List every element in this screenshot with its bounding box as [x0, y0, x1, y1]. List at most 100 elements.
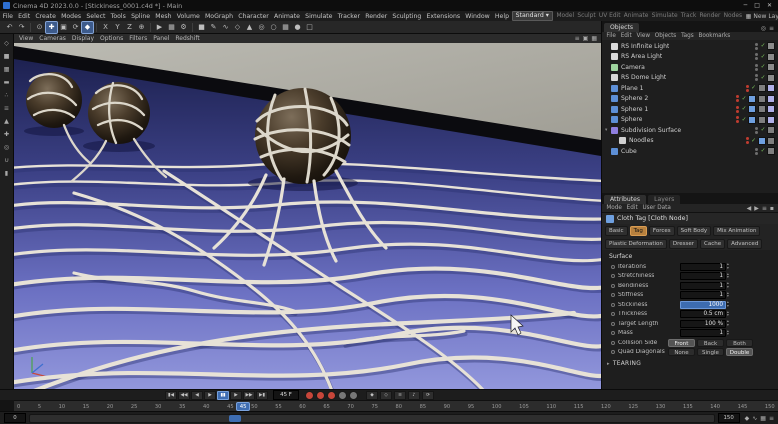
key-icon[interactable]: ◆: [745, 415, 750, 422]
visibility-dot[interactable]: [745, 141, 749, 145]
layout-tab-model[interactable]: Model: [555, 13, 576, 19]
viewport-menu-options[interactable]: Options: [97, 35, 126, 42]
group-tab-cache[interactable]: Cache: [700, 239, 726, 249]
group-tab-tag[interactable]: Tag: [629, 226, 647, 236]
visibility-dot[interactable]: [736, 99, 740, 103]
tearing-section-header[interactable]: ▸ TEARING: [602, 361, 778, 367]
tag-icon[interactable]: [767, 147, 775, 156]
objects-menu-view[interactable]: View: [634, 33, 652, 39]
layout-tab-uv-edit[interactable]: UV Edit: [597, 13, 622, 19]
tab-layers[interactable]: Layers: [648, 195, 681, 204]
tag-icon[interactable]: [757, 136, 766, 145]
enabled-check-icon[interactable]: ✓: [761, 75, 766, 81]
enabled-check-icon[interactable]: ✓: [742, 106, 747, 112]
ruler-tick[interactable]: 145: [738, 404, 748, 410]
redo-icon[interactable]: ↷: [16, 22, 27, 33]
range-start-field[interactable]: 0: [4, 413, 26, 423]
ruler-tick[interactable]: 75: [371, 404, 377, 410]
object-row-sphere-2[interactable]: Sphere 2 ✓: [602, 94, 778, 105]
maximize-button[interactable]: □: [754, 2, 760, 9]
tag-icon[interactable]: [757, 115, 766, 124]
group-tab-basic[interactable]: Basic: [605, 226, 628, 236]
option-double[interactable]: Double: [726, 348, 753, 357]
spinner-icon[interactable]: ▴ ▾: [727, 291, 729, 299]
param-input[interactable]: 1000: [680, 300, 726, 309]
ruler-tick[interactable]: 80: [396, 404, 402, 410]
visibility-dot[interactable]: [736, 105, 740, 109]
menu-file[interactable]: File: [0, 13, 16, 20]
param-input[interactable]: 1: [680, 329, 726, 338]
extrude-icon[interactable]: ▲: [244, 22, 255, 33]
menu-render[interactable]: Render: [363, 13, 390, 20]
move-tool-icon[interactable]: ✚: [45, 20, 58, 34]
menu-window[interactable]: Window: [463, 13, 493, 20]
object-row-rs-area-light[interactable]: RS Area Light ✓: [602, 52, 778, 63]
menu-help[interactable]: Help: [492, 13, 511, 20]
pen-tool-icon[interactable]: ✎: [208, 22, 219, 33]
tab-objects[interactable]: Objects: [604, 23, 640, 32]
workplane-mode-icon[interactable]: ▬: [2, 77, 12, 87]
visibility-dot[interactable]: [745, 84, 749, 88]
tag-icon[interactable]: [748, 105, 756, 114]
render-picture-viewer-icon[interactable]: ▦: [166, 22, 177, 33]
visibility-dot[interactable]: [755, 78, 759, 82]
pause-icon[interactable]: ▮▮: [217, 390, 229, 400]
next-frame-icon[interactable]: ▶: [230, 390, 242, 400]
objects-panel-menu-icon[interactable]: ≡: [769, 25, 774, 32]
enabled-check-icon[interactable]: ✓: [761, 43, 766, 49]
group-tab-mix-animation[interactable]: Mix Animation: [713, 226, 761, 236]
visibility-dots[interactable]: [755, 63, 759, 71]
tag-icon[interactable]: [748, 94, 756, 103]
tag-icon[interactable]: [767, 42, 775, 51]
field-icon[interactable]: ○: [268, 22, 279, 33]
object-row-noodles[interactable]: Noodles ✓: [602, 136, 778, 147]
ruler-tick[interactable]: 135: [683, 404, 693, 410]
workplane-lock-icon[interactable]: ▮: [2, 168, 12, 178]
ruler-tick[interactable]: 85: [420, 404, 426, 410]
record-rotation-icon[interactable]: [349, 390, 358, 400]
keyframe-selection-icon[interactable]: ◆: [366, 390, 378, 400]
visibility-dots[interactable]: [755, 53, 759, 61]
spinner-icon[interactable]: ▴ ▾: [727, 262, 729, 270]
visibility-dot[interactable]: [755, 57, 759, 61]
tag-icon[interactable]: [767, 73, 775, 82]
visibility-dots[interactable]: [736, 116, 740, 124]
axis-x-lock-icon[interactable]: X: [100, 22, 111, 33]
object-row-sphere[interactable]: Sphere ✓: [602, 115, 778, 126]
visibility-dot[interactable]: [755, 147, 759, 151]
viewport-menu-panel[interactable]: Panel: [150, 35, 172, 42]
objects-menu-file[interactable]: File: [604, 33, 618, 39]
objects-menu-tags[interactable]: Tags: [679, 33, 696, 39]
option-both[interactable]: Both: [726, 338, 753, 347]
menu-mograph[interactable]: MoGraph: [202, 13, 235, 20]
keyframe-dot-icon[interactable]: [611, 302, 615, 307]
attr-panel-menu-icon[interactable]: ≡: [762, 205, 767, 212]
rotate-tool-icon[interactable]: ⟳: [70, 22, 81, 33]
keyframe-dot-icon[interactable]: [611, 321, 615, 326]
single-view-icon[interactable]: ▣: [583, 35, 589, 42]
objects-menu-edit[interactable]: Edit: [618, 33, 634, 39]
visibility-dot[interactable]: [755, 151, 759, 155]
spinner-icon[interactable]: ▴ ▾: [727, 310, 729, 318]
menu-sculpting[interactable]: Sculpting: [390, 13, 424, 20]
playhead-marker[interactable]: 45: [236, 402, 251, 411]
ruler-tick[interactable]: 100: [492, 404, 502, 410]
layout-tab-simulate[interactable]: Simulate: [650, 13, 679, 19]
menu-spline[interactable]: Spline: [128, 13, 152, 20]
enabled-check-icon[interactable]: ✓: [742, 117, 747, 123]
menu-extensions[interactable]: Extensions: [424, 13, 463, 20]
motion-mode-icon[interactable]: ▦: [760, 415, 766, 422]
spinner-icon[interactable]: ▴ ▾: [727, 329, 729, 337]
slider-thumb[interactable]: [229, 414, 242, 422]
viewport-canvas[interactable]: [14, 43, 601, 389]
texture-mode-icon[interactable]: ▦: [2, 64, 12, 74]
viewport-solo-icon[interactable]: ◎: [2, 142, 12, 152]
snapping-icon[interactable]: ∪: [2, 155, 12, 165]
spinner-icon[interactable]: ▴ ▾: [727, 272, 729, 280]
spinner-icon[interactable]: ▴ ▾: [727, 319, 729, 327]
menu-edit[interactable]: Edit: [16, 13, 33, 20]
tag-icon[interactable]: [767, 63, 775, 72]
param-input[interactable]: 100 %: [680, 319, 726, 328]
simulation-icon[interactable]: ●: [292, 22, 303, 33]
group-tab-soft-body[interactable]: Soft Body: [676, 226, 712, 236]
